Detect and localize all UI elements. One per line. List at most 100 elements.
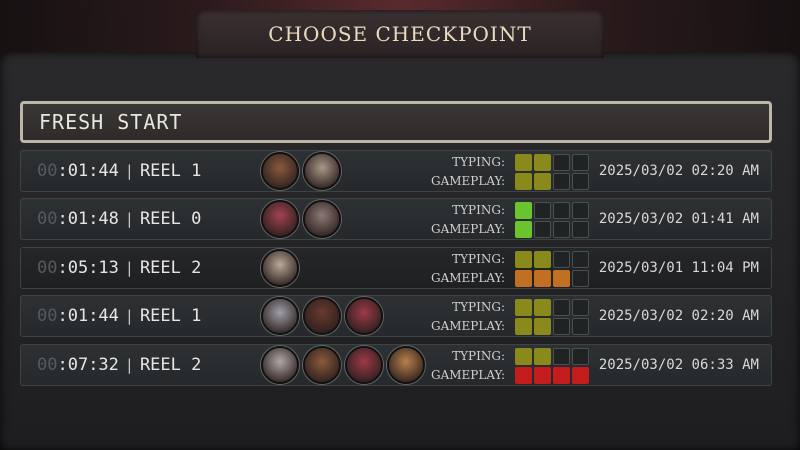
gameplay-meter-segment bbox=[534, 270, 551, 287]
gameplay-label: GAMEPLAY: bbox=[430, 319, 505, 333]
gameplay-meter bbox=[515, 318, 595, 335]
gameplay-meter-segment bbox=[572, 318, 589, 335]
typing-meter-segment bbox=[534, 154, 551, 171]
gameplay-label: GAMEPLAY: bbox=[430, 271, 505, 285]
character-avatars bbox=[261, 346, 425, 384]
gameplay-meter-segment bbox=[572, 173, 589, 190]
page-title: CHOOSE CHECKPOINT bbox=[268, 22, 532, 46]
checkpoint-row[interactable]: 00:01:48 | REEL 0 TYPING: GAMEPLAY: 2025/03/0… bbox=[20, 198, 772, 240]
typing-label: TYPING: bbox=[452, 300, 505, 314]
title-tab: CHOOSE CHECKPOINT bbox=[196, 10, 604, 58]
typing-meter-segment bbox=[572, 202, 589, 219]
checkpoint-timestamp: 2025/03/01 11:04 PM bbox=[598, 260, 759, 276]
checkpoint-time: 00:01:44 | REEL 1 bbox=[37, 151, 201, 191]
fresh-start-button[interactable]: FRESH START bbox=[20, 101, 772, 143]
rating-meters bbox=[515, 202, 595, 240]
checkpoint-time: 00:01:44 | REEL 1 bbox=[37, 296, 201, 336]
gameplay-meter-segment bbox=[534, 318, 551, 335]
character-avatar bbox=[261, 297, 299, 335]
typing-meter-segment bbox=[572, 348, 589, 365]
gameplay-meter bbox=[515, 173, 595, 190]
typing-meter-segment bbox=[534, 299, 551, 316]
checkpoint-row[interactable]: 00:01:44 | REEL 1 TYPING: GAMEPLAY: 2025/03/0… bbox=[20, 150, 772, 192]
checkpoint-timestamp: 2025/03/02 02:20 AM bbox=[598, 163, 759, 179]
typing-meter-segment bbox=[534, 348, 551, 365]
typing-meter-segment bbox=[553, 202, 570, 219]
typing-meter-segment bbox=[553, 154, 570, 171]
character-avatar bbox=[303, 346, 341, 384]
gameplay-meter bbox=[515, 270, 595, 287]
gameplay-meter-segment bbox=[515, 270, 532, 287]
typing-meter-segment bbox=[572, 299, 589, 316]
character-avatars bbox=[261, 297, 383, 335]
gameplay-label: GAMEPLAY: bbox=[430, 222, 505, 236]
character-avatar bbox=[261, 346, 299, 384]
rating-meters bbox=[515, 251, 595, 289]
rating-meters bbox=[515, 348, 595, 386]
time-reel-separator: | bbox=[124, 259, 134, 277]
gameplay-meter bbox=[515, 367, 595, 384]
time-minutes-seconds: :01:48 bbox=[57, 209, 119, 229]
typing-meter-segment bbox=[553, 299, 570, 316]
time-minutes-seconds: :07:32 bbox=[57, 355, 119, 375]
typing-meter-segment bbox=[515, 202, 532, 219]
reel-label: REEL 0 bbox=[139, 209, 202, 229]
typing-meter-segment bbox=[534, 251, 551, 268]
typing-label: TYPING: bbox=[452, 155, 505, 169]
time-hours: 00 bbox=[37, 306, 58, 326]
checkpoint-timestamp: 2025/03/02 01:41 AM bbox=[598, 211, 759, 227]
time-reel-separator: | bbox=[124, 210, 134, 228]
rating-labels: TYPING: GAMEPLAY: bbox=[431, 347, 505, 385]
gameplay-meter-segment bbox=[553, 367, 570, 384]
typing-meter bbox=[515, 251, 595, 268]
typing-label: TYPING: bbox=[452, 349, 505, 363]
gameplay-meter-segment bbox=[515, 367, 532, 384]
typing-meter-segment bbox=[534, 202, 551, 219]
checkpoint-time: 00:05:13 | REEL 2 bbox=[37, 248, 201, 288]
typing-meter-segment bbox=[515, 154, 532, 171]
character-avatar bbox=[387, 346, 425, 384]
reel-label: REEL 1 bbox=[139, 161, 202, 181]
typing-label: TYPING: bbox=[452, 203, 505, 217]
time-minutes-seconds: :01:44 bbox=[57, 161, 119, 181]
time-hours: 00 bbox=[37, 161, 58, 181]
time-hours: 00 bbox=[37, 355, 58, 375]
gameplay-label: GAMEPLAY: bbox=[430, 174, 505, 188]
rating-meters bbox=[515, 154, 595, 192]
gameplay-meter-segment bbox=[515, 221, 532, 238]
typing-meter bbox=[515, 202, 595, 219]
rating-labels: TYPING: GAMEPLAY: bbox=[431, 250, 505, 288]
typing-meter-segment bbox=[515, 348, 532, 365]
character-avatar bbox=[261, 200, 299, 238]
gameplay-meter-segment bbox=[553, 318, 570, 335]
typing-meter bbox=[515, 154, 595, 171]
typing-meter-segment bbox=[572, 154, 589, 171]
time-minutes-seconds: :01:44 bbox=[57, 306, 119, 326]
typing-meter bbox=[515, 348, 595, 365]
gameplay-meter-segment bbox=[553, 173, 570, 190]
character-avatar bbox=[345, 346, 383, 384]
rating-labels: TYPING: GAMEPLAY: bbox=[431, 201, 505, 239]
typing-meter bbox=[515, 299, 595, 316]
reel-label: REEL 1 bbox=[139, 306, 202, 326]
time-hours: 00 bbox=[37, 258, 58, 278]
gameplay-meter-segment bbox=[553, 221, 570, 238]
character-avatars bbox=[261, 152, 341, 190]
gameplay-meter-segment bbox=[534, 367, 551, 384]
gameplay-meter-segment bbox=[572, 367, 589, 384]
typing-meter-segment bbox=[553, 348, 570, 365]
character-avatar bbox=[345, 297, 383, 335]
character-avatars bbox=[261, 249, 299, 287]
time-minutes-seconds: :05:13 bbox=[57, 258, 119, 278]
character-avatar bbox=[261, 152, 299, 190]
checkpoint-row[interactable]: 00:01:44 | REEL 1 TYPING: GAMEPLAY: 2025/03/0… bbox=[20, 295, 772, 337]
checkpoint-time: 00:07:32 | REEL 2 bbox=[37, 345, 201, 385]
rating-labels: TYPING: GAMEPLAY: bbox=[431, 298, 505, 336]
checkpoint-row[interactable]: 00:07:32 | REEL 2 TYPING: GAMEPLAY: 2025/03/0… bbox=[20, 344, 772, 386]
time-reel-separator: | bbox=[124, 162, 134, 180]
checkpoint-screen: CHOOSE CHECKPOINT FRESH START 00:01:44 | R… bbox=[0, 0, 800, 450]
typing-meter-segment bbox=[572, 251, 589, 268]
checkpoint-timestamp: 2025/03/02 02:20 AM bbox=[598, 308, 759, 324]
gameplay-meter-segment bbox=[572, 221, 589, 238]
checkpoint-row[interactable]: 00:05:13 | REEL 2 TYPING: GAMEPLAY: 2025/03/0… bbox=[20, 247, 772, 289]
